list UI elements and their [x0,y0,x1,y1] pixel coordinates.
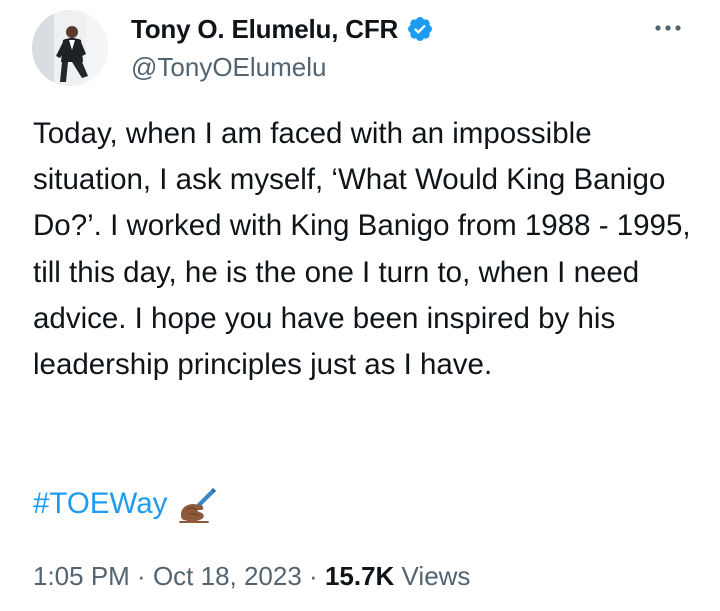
tweet-time[interactable]: 1:05 PM [33,561,130,591]
views-count: 15.7K [324,561,395,591]
author-handle[interactable]: @TonyOElumelu [131,51,326,83]
tweet-card: Tony O. Elumelu, CFR @TonyOElumelu Today… [0,0,720,611]
avatar[interactable] [32,10,108,86]
tweet-meta: 1:05 PM · Oct 18, 2023 · 15.7K Views [33,558,470,594]
author-display-name[interactable]: Tony O. Elumelu, CFR [131,12,398,46]
views-label: Views [394,561,471,591]
hashtag-link[interactable]: #TOEWay [33,481,167,527]
hashtag-row: #TOEWay [33,481,217,527]
tweet-text: Today, when I am faced with an impossibl… [33,117,699,382]
meta-separator: · [301,561,325,591]
profile-photo [32,10,108,86]
verified-badge-icon [406,15,434,43]
tweet-date[interactable]: Oct 18, 2023 [153,561,302,591]
author-name-row: Tony O. Elumelu, CFR [131,12,434,46]
more-options-icon[interactable] [652,18,684,38]
writing-hand-icon [177,484,217,524]
meta-separator: · [129,561,153,591]
